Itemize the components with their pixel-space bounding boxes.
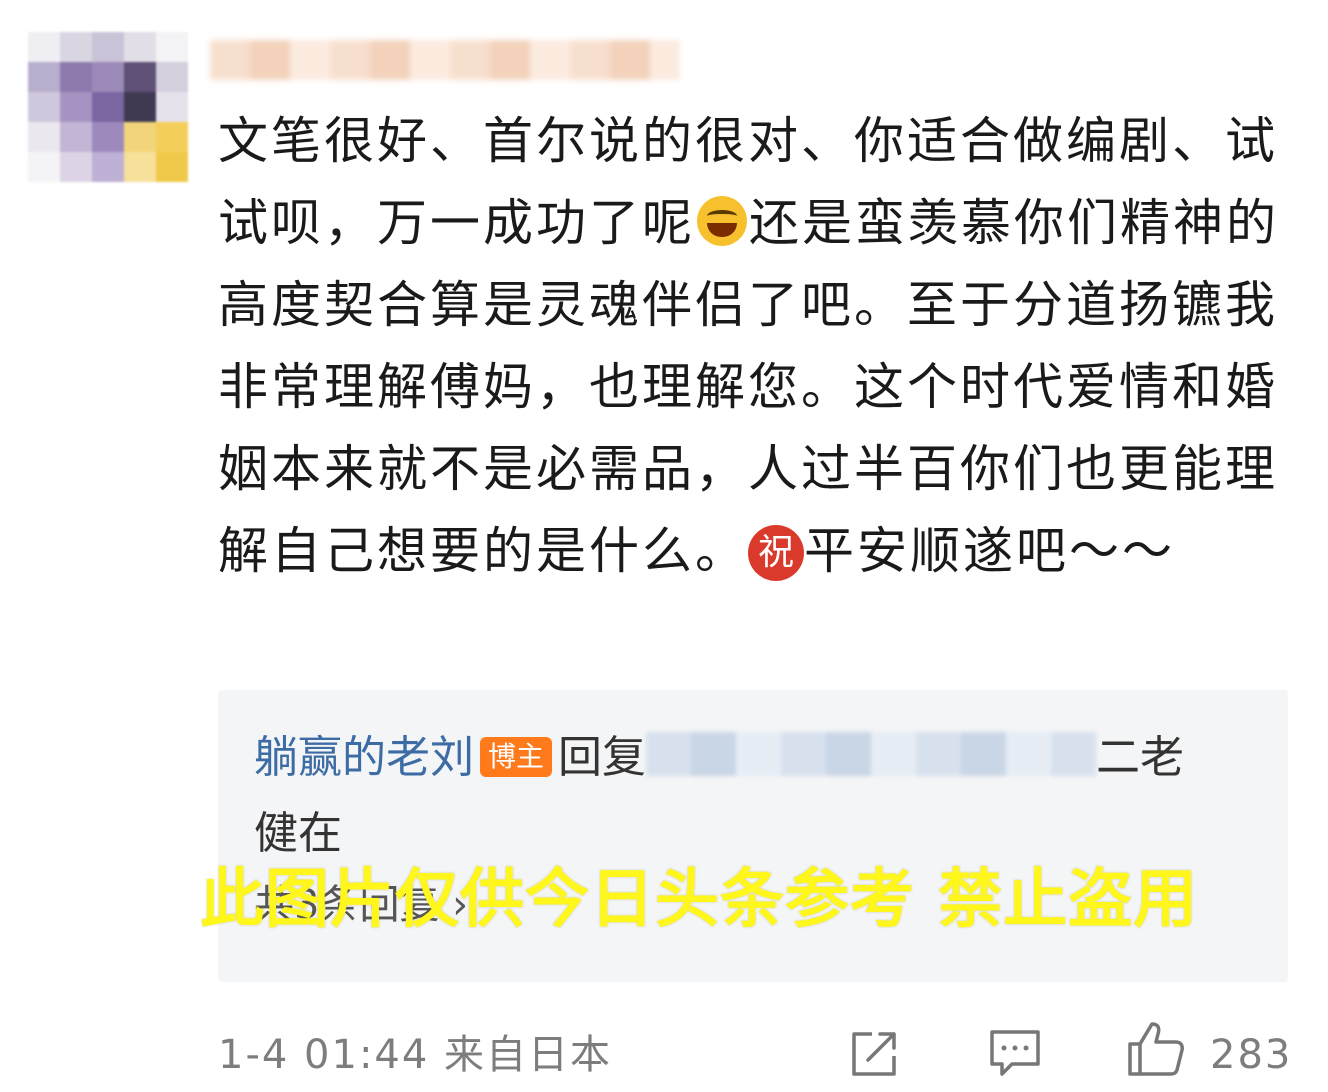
watermark-text: 此图片仅供今日头条参考 禁止盗用 [200,863,1199,937]
blogger-badge: 博主 [480,737,553,777]
username-blurred[interactable] [210,40,680,80]
laugh-cry-emoji-icon [697,196,747,246]
reply-target-blurred [646,732,1097,776]
comment-text: 文笔很好、首尔说的很对、你适合做编剧、试试呗，万一成功了呢 还是蛮羡慕你们精神的高… [218,100,1298,592]
reply-word: 回复 [558,732,647,783]
comment-footer: 1-4 01:44 来自日本 283 [218,1020,1298,1084]
avatar[interactable] [28,32,188,182]
comment-text-part3: 平安顺遂吧～～ [804,522,1175,580]
like-icon[interactable] [1126,1020,1186,1078]
like-count: 283 [1210,1032,1293,1078]
reply-preview: 躺赢的老刘 博主 回复 二老健在 [254,720,1264,872]
reply-text-line2: 健在 [254,808,342,859]
comment-meta: 1-4 01:44 来自日本 [218,1032,613,1078]
reply-author-link[interactable]: 躺赢的老刘 [254,732,474,783]
zhu-emoji-icon: 祝 [748,525,804,581]
reply-text-after-name: 二老 [1096,732,1185,783]
share-icon[interactable] [848,1028,900,1080]
comment-icon[interactable] [988,1028,1042,1078]
